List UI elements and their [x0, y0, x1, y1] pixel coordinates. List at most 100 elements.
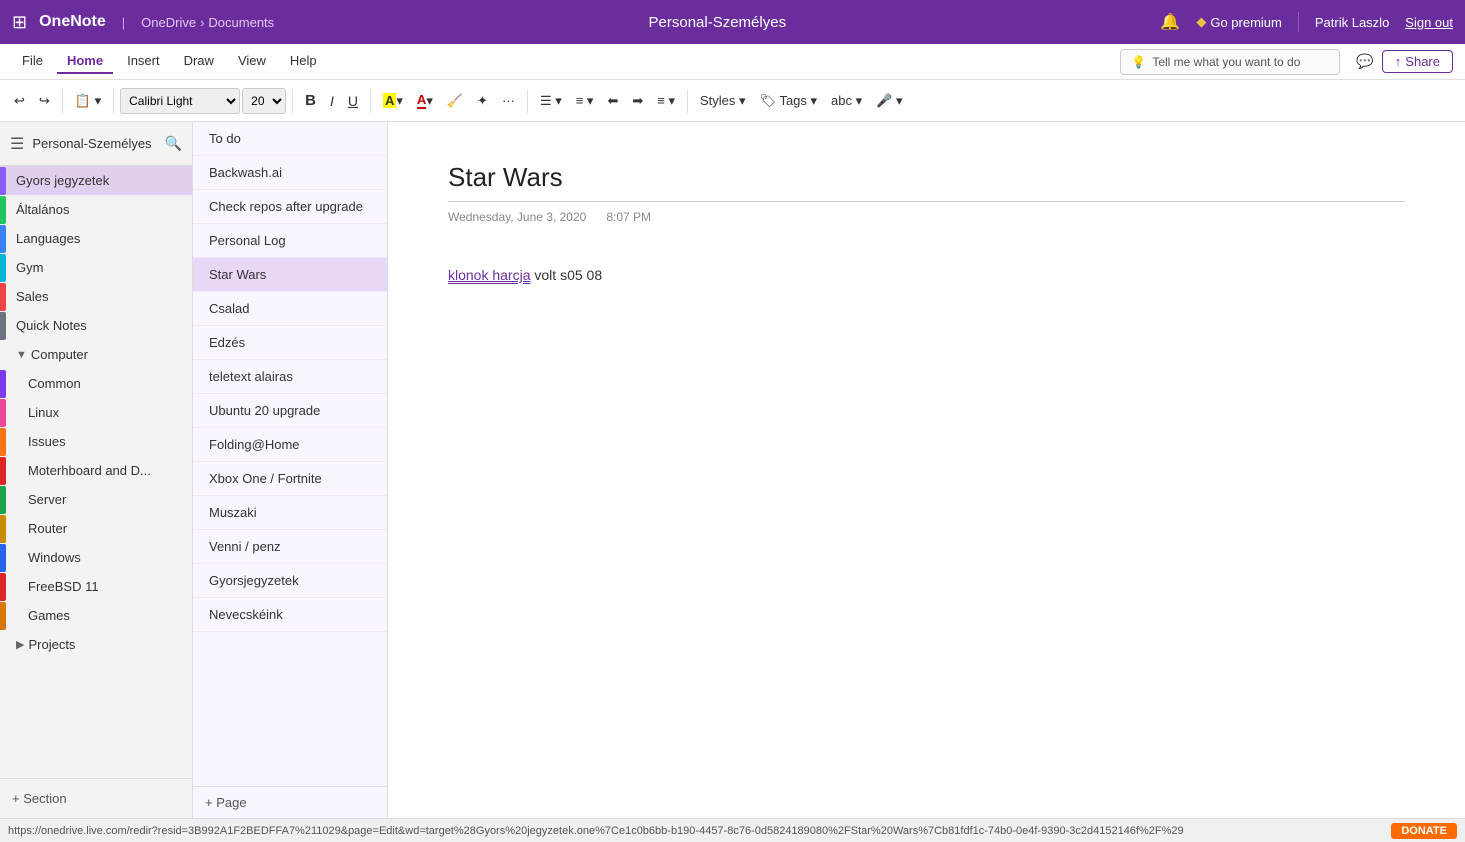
toolbar: ↩ ↪ 📋 ▾ Calibri Light 20 B I U A ▾ A ▾ 🧹… [0, 80, 1465, 122]
share-label: Share [1405, 54, 1440, 69]
page-item-muszaki[interactable]: Muszaki [193, 496, 387, 530]
add-section-button[interactable]: + Section [12, 787, 180, 810]
font-color-button[interactable]: A ▾ [411, 88, 439, 113]
page-item-backwash[interactable]: Backwash.ai [193, 156, 387, 190]
bold-button[interactable]: B [299, 88, 322, 113]
more-button[interactable]: ··· [496, 89, 521, 112]
section-label: Általános [16, 202, 69, 217]
section-label: Common [28, 376, 81, 391]
outdent-button[interactable]: ⬅ [601, 89, 624, 113]
sidebar-item-computer[interactable]: ▼ Computer [0, 340, 192, 369]
menu-help[interactable]: Help [280, 49, 327, 74]
sidebar-item-sales[interactable]: Sales [0, 282, 192, 311]
menu-insert[interactable]: Insert [117, 49, 170, 74]
note-link[interactable]: klonok harcja [448, 267, 531, 283]
sidebar-item-quick-notes[interactable]: Quick Notes [0, 311, 192, 340]
ask-box[interactable]: 💡 Tell me what you want to do [1120, 49, 1340, 75]
sidebar-item-languages[interactable]: Languages [0, 224, 192, 253]
sidebar-item-issues[interactable]: Issues [0, 427, 192, 456]
undo-button[interactable]: ↩ [8, 89, 31, 113]
menu-home[interactable]: Home [57, 49, 113, 74]
page-item-ubuntu[interactable]: Ubuntu 20 upgrade [193, 394, 387, 428]
eraser-button[interactable]: 🧹 [441, 89, 469, 113]
share-button[interactable]: ↑ Share [1382, 50, 1453, 73]
sidebar-item-windows[interactable]: Windows [0, 543, 192, 572]
sidebar-item-gym[interactable]: Gym [0, 253, 192, 282]
page-item-venni[interactable]: Venni / penz [193, 530, 387, 564]
section-label: Issues [28, 434, 66, 449]
page-item-gyorsjegyzetek[interactable]: Gyorsjegyzetek [193, 564, 387, 598]
sidebar-item-altalanos[interactable]: Általános [0, 195, 192, 224]
sidebar-item-games[interactable]: Games [0, 601, 192, 630]
bell-icon[interactable]: 🔔 [1160, 12, 1180, 32]
page-item-star-wars[interactable]: Star Wars [193, 258, 387, 292]
title-divider [1298, 12, 1299, 32]
redo-button[interactable]: ↪ [33, 89, 56, 113]
sidebar-item-server[interactable]: Server [0, 485, 192, 514]
menu-bar: File Home Insert Draw View Help 💡 Tell m… [0, 44, 1465, 80]
note-time: 8:07 PM [606, 210, 651, 224]
menu-file[interactable]: File [12, 49, 53, 74]
sidebar-item-common[interactable]: Common [0, 369, 192, 398]
menu-draw[interactable]: Draw [174, 49, 224, 74]
donate-button[interactable]: DONATE [1391, 823, 1457, 839]
sidebar: ☰ Personal-Személyes 🔍 Gyors jegyzetek Á… [0, 122, 193, 818]
hamburger-icon[interactable]: ☰ [10, 134, 24, 154]
pages-list: To do Backwash.ai Check repos after upgr… [193, 122, 387, 786]
styles-button[interactable]: Styles ▾ [694, 89, 752, 113]
italic-button[interactable]: I [324, 89, 340, 113]
sidebar-header: ☰ Personal-Személyes 🔍 [0, 122, 192, 166]
page-item-personal-log[interactable]: Personal Log [193, 224, 387, 258]
underline-button[interactable]: U [342, 89, 364, 113]
premium-button[interactable]: ◆ Go premium [1196, 14, 1282, 30]
section-label: Projects [28, 637, 75, 652]
align-button[interactable]: ≡ ▾ [651, 89, 681, 113]
breadcrumb-folder[interactable]: Documents [208, 15, 274, 30]
add-page-button[interactable]: + Page [205, 795, 375, 810]
sidebar-item-gyors-jegyzetek[interactable]: Gyors jegyzetek [0, 166, 192, 195]
expand-icon: ▼ [16, 349, 27, 361]
page-item-edzes[interactable]: Edzés [193, 326, 387, 360]
sidebar-item-freebsd[interactable]: FreeBSD 11 [0, 572, 192, 601]
section-label: Gyors jegyzetek [16, 173, 109, 188]
main-layout: ☰ Personal-Személyes 🔍 Gyors jegyzetek Á… [0, 122, 1465, 818]
expand-icon: ▶ [16, 638, 24, 651]
page-item-nevecskei[interactable]: Nevecskéink [193, 598, 387, 632]
sidebar-item-linux[interactable]: Linux [0, 398, 192, 427]
breadcrumb-cloud[interactable]: OneDrive [141, 15, 196, 30]
note-content-suffix: volt s05 08 [534, 267, 602, 283]
bullets-button[interactable]: ☰ ▾ [534, 89, 568, 113]
dictate-button[interactable]: 🎤 ▾ [870, 89, 908, 113]
page-item-xbox[interactable]: Xbox One / Fortnite [193, 462, 387, 496]
menu-view[interactable]: View [228, 49, 276, 74]
tags-button[interactable]: 🏷 Tags ▾ [754, 89, 823, 113]
note-date: Wednesday, June 3, 2020 [448, 210, 586, 224]
section-label: Server [28, 492, 66, 507]
chat-icon[interactable]: 💬 [1356, 53, 1373, 70]
sidebar-search-icon[interactable]: 🔍 [165, 135, 182, 152]
notebook-name: Personal-Személyes [32, 136, 156, 151]
sidebar-item-projects[interactable]: ▶ Projects [0, 630, 192, 659]
indent-button[interactable]: ➡ [626, 89, 649, 113]
highlight-button[interactable]: A ▾ [377, 89, 409, 113]
font-selector[interactable]: Calibri Light [120, 88, 240, 114]
section-label: Computer [31, 347, 88, 362]
page-item-csalad[interactable]: Csalad [193, 292, 387, 326]
format-painter-button[interactable]: ✦ [471, 89, 494, 113]
note-title: Star Wars [448, 162, 1405, 202]
page-item-teletext[interactable]: teletext alairas [193, 360, 387, 394]
clipboard-button[interactable]: 📋 ▾ [69, 89, 107, 113]
content-area[interactable]: Star Wars Wednesday, June 3, 2020 8:07 P… [388, 122, 1465, 818]
note-body[interactable]: klonok harcja volt s05 08 [448, 264, 1405, 286]
page-item-todo[interactable]: To do [193, 122, 387, 156]
spell-button[interactable]: abc ▾ [825, 89, 868, 113]
page-item-folding[interactable]: Folding@Home [193, 428, 387, 462]
sidebar-item-router[interactable]: Router [0, 514, 192, 543]
sidebar-item-motherboard[interactable]: Moterhboard and D... [0, 456, 192, 485]
add-section-label: + Section [12, 791, 67, 806]
page-item-check-repos[interactable]: Check repos after upgrade [193, 190, 387, 224]
numbering-button[interactable]: ≡ ▾ [570, 89, 600, 113]
font-size-selector[interactable]: 20 [242, 88, 286, 114]
waffle-icon[interactable]: ⊞ [12, 12, 27, 33]
signout-link[interactable]: Sign out [1405, 15, 1453, 30]
